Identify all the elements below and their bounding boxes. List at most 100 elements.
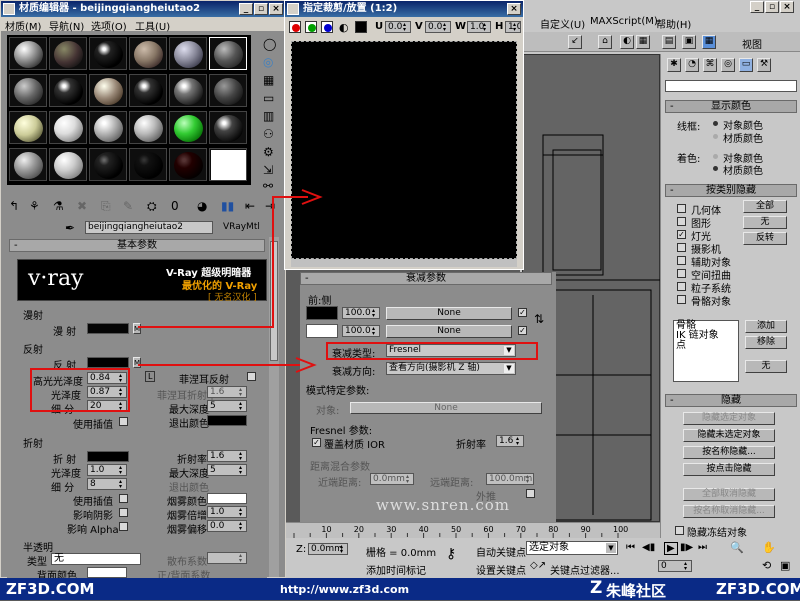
translucency-type-dropdown[interactable]: 无 (51, 553, 141, 565)
diffuse-color-swatch[interactable] (87, 323, 129, 334)
h-field[interactable]: 1.0 (505, 21, 521, 33)
front-map-checkbox[interactable]: ✓ (518, 308, 527, 317)
mat-scrollbar[interactable] (269, 237, 279, 577)
auto-key-button[interactable]: 自动关键点 (476, 544, 526, 559)
select-by-material-icon[interactable]: ⇲ (263, 163, 273, 177)
cat-spacewarps-checkbox[interactable] (677, 269, 686, 278)
display-tab-icon[interactable]: ▭ (739, 58, 753, 72)
sample-slot[interactable] (89, 74, 127, 107)
sample-type-icon[interactable]: ◯ (263, 37, 276, 51)
hide-by-hit-button[interactable]: 按点击隐藏 (683, 463, 775, 476)
copy-icon[interactable]: ⎘ (101, 199, 111, 214)
red-channel-icon[interactable] (289, 21, 301, 33)
crop-image-area[interactable] (291, 41, 517, 259)
blue-channel-icon[interactable] (321, 21, 333, 33)
put-to-scene-icon[interactable]: ⚘ (29, 199, 40, 213)
fresnel-checkbox[interactable] (247, 372, 256, 381)
options-icon[interactable]: ⚙ (263, 145, 274, 159)
app-minimize-button[interactable]: _ (750, 1, 764, 13)
menu-options[interactable]: 选项(O) (91, 18, 127, 33)
toolbar-btn-f[interactable]: ▣ (682, 35, 696, 49)
menu-material[interactable]: 材质(M) (5, 18, 41, 33)
sample-slot[interactable] (49, 37, 87, 70)
rollout-hide-by-category[interactable]: - 按类别隐藏 (665, 184, 797, 197)
rollout-basic-params[interactable]: - 基本参数 (9, 239, 265, 252)
wire-object-color-radio[interactable] (713, 121, 718, 126)
r-use-interp-checkbox[interactable] (119, 494, 128, 503)
sample-slot[interactable] (9, 148, 47, 181)
backlight-icon[interactable]: ◎ (263, 55, 273, 69)
falloff-ior-field[interactable]: 1.6 (496, 435, 524, 447)
refract-color-swatch[interactable] (87, 451, 129, 462)
list-item[interactable]: 点 (674, 341, 738, 351)
reset-icon[interactable]: ✖ (77, 199, 87, 213)
put-library-icon[interactable]: ⛭ (147, 199, 157, 214)
key-filter-button[interactable]: 关键点过滤器... (550, 562, 620, 577)
front-map-button[interactable]: None (386, 307, 512, 320)
sample-slot[interactable] (89, 37, 127, 70)
none-button[interactable]: 无 (743, 216, 787, 229)
hierarchy-tab-icon[interactable]: ⌘ (703, 58, 717, 72)
sample-slot[interactable] (169, 148, 207, 181)
sample-slot[interactable] (9, 74, 47, 107)
object-name-field[interactable] (665, 80, 797, 92)
use-interp-checkbox[interactable] (119, 417, 128, 426)
fog-color-swatch[interactable] (207, 493, 247, 504)
mat-close-button[interactable]: × (269, 3, 283, 15)
toolbar-btn-b[interactable]: ⌂ (598, 35, 612, 49)
cat-bones-checkbox[interactable] (677, 295, 686, 304)
go-start-icon[interactable]: ⏮ (626, 542, 635, 553)
back-color-swatch[interactable] (87, 567, 127, 578)
app-close-button[interactable]: × (780, 1, 794, 13)
sample-slot[interactable] (49, 111, 87, 144)
invert-button[interactable]: 反转 (743, 232, 787, 245)
unhide-all-button[interactable]: 全部取消隐藏 (683, 488, 775, 501)
next-frame-icon[interactable]: ▮▶ (680, 542, 693, 553)
trackbar[interactable]: 10 20 30 40 50 60 70 80 90 100 (286, 522, 660, 539)
cat-helpers-checkbox[interactable] (677, 256, 686, 265)
sample-slot[interactable] (129, 37, 167, 70)
toolbar-btn-d[interactable]: ▦ (636, 35, 650, 49)
front-amount-field[interactable]: 100.0 (342, 307, 380, 319)
video-check-icon[interactable]: ▥ (263, 109, 274, 123)
background-icon[interactable]: ▦ (263, 73, 274, 87)
add-button[interactable]: 添加 (745, 320, 787, 333)
assign-icon[interactable]: ⚗ (53, 199, 64, 213)
front-color-swatch[interactable] (306, 306, 338, 320)
sample-slot[interactable] (209, 74, 247, 107)
side-amount-field[interactable]: 100.0 (342, 325, 380, 337)
sample-slot[interactable] (169, 74, 207, 107)
sample-slot[interactable] (169, 37, 207, 70)
scatter-coeff-field[interactable] (207, 552, 247, 564)
mat-maximize-button[interactable]: ▫ (254, 3, 268, 15)
reflect-color-swatch[interactable] (87, 357, 129, 368)
make-preview-icon[interactable]: ⚇ (263, 127, 274, 141)
crop-close-button[interactable]: × (507, 3, 521, 15)
cat-cameras-checkbox[interactable] (677, 243, 686, 252)
material-type-button[interactable]: VRayMtl (223, 222, 260, 232)
r-subdivs-field[interactable]: 8 (87, 478, 127, 490)
orbit-icon[interactable]: ⟲ (762, 559, 771, 572)
none-button-2[interactable]: 无 (745, 360, 787, 373)
u-field[interactable]: 0.0 (385, 21, 411, 33)
effect-channel-icon[interactable]: 0 (171, 199, 179, 213)
green-channel-icon[interactable] (305, 21, 317, 33)
go-end-icon[interactable]: ⏭ (698, 542, 707, 553)
ior-field[interactable]: 1.6 (207, 450, 247, 462)
current-frame-field[interactable]: 0 (658, 560, 692, 572)
app-restore-button[interactable]: ▫ (765, 1, 779, 13)
sample-slot[interactable] (209, 111, 247, 144)
crop-titlebar[interactable]: 指定裁剪/放置 (1:2) × (285, 1, 523, 17)
material-name-field[interactable]: beijingqiangheiutao2 (85, 221, 213, 234)
unique-icon[interactable]: ✎ (123, 199, 133, 213)
sample-slot[interactable] (129, 148, 167, 181)
sample-slot[interactable] (89, 111, 127, 144)
side-color-swatch[interactable] (306, 324, 338, 338)
mono-icon[interactable] (355, 21, 367, 33)
utilities-tab-icon[interactable]: ⚒ (757, 58, 771, 72)
sample-slot[interactable] (89, 148, 127, 181)
rollout-display-color[interactable]: - 显示颜色 (665, 100, 797, 113)
falloff-dir-dropdown[interactable]: 查看方向(摄影机 Z 轴) ▼ (386, 362, 516, 375)
remove-button[interactable]: 移除 (745, 336, 787, 349)
sample-slot[interactable] (129, 74, 167, 107)
